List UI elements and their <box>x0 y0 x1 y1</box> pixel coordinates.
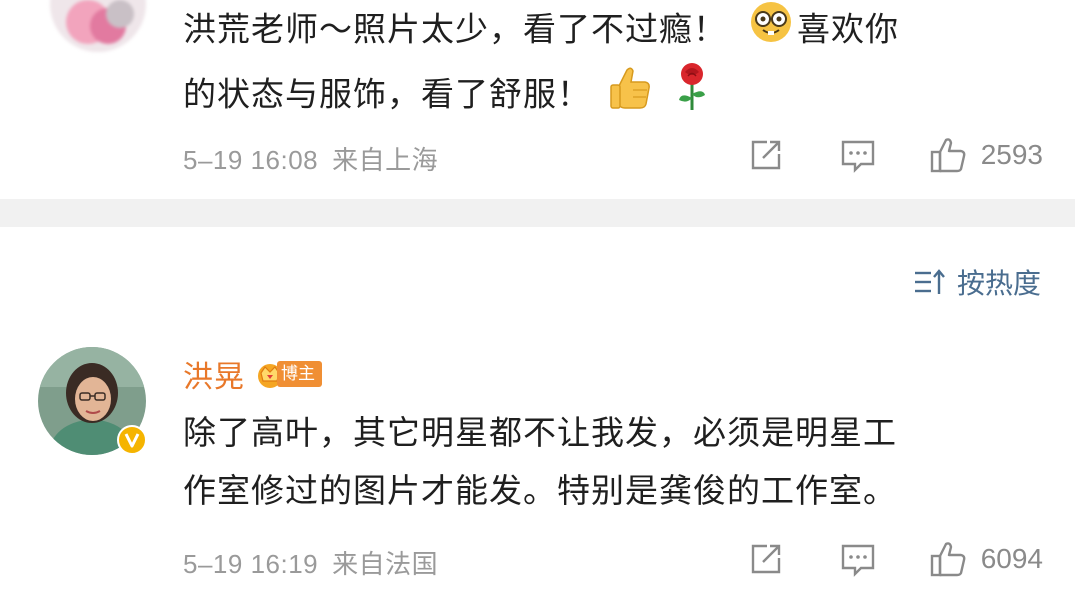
like-count: 2593 <box>980 139 1043 170</box>
comment-body: 洪荒老师～照片太少，看了不过瘾！ 喜欢你 的状态与服饰，看了舒服！ <box>183 0 899 130</box>
thumbs-up-emoji <box>605 62 655 130</box>
share-button[interactable] <box>747 540 785 578</box>
comment-icon <box>841 140 874 173</box>
sort-label: 按热度 <box>956 267 1041 300</box>
comment-location: 来自法国 <box>332 550 439 580</box>
blogger-badge: 博主 <box>255 359 322 389</box>
comment-line: 洪荒老师～照片太少，看了不过瘾！ 喜欢你 <box>183 0 899 62</box>
comment-actions: 6094 <box>747 540 1043 578</box>
sort-icon <box>914 269 945 294</box>
share-button[interactable] <box>747 136 785 174</box>
comment-author-line: 洪晃 博主 <box>183 352 322 396</box>
nerd-face-emoji <box>749 0 793 62</box>
comment-icon <box>841 544 874 577</box>
avatar[interactable] <box>50 0 146 52</box>
author-name[interactable]: 洪晃 <box>183 352 245 396</box>
like-button[interactable]: 6094 <box>929 540 1043 578</box>
reply-button[interactable] <box>839 540 877 578</box>
thumbs-up-icon <box>930 542 966 577</box>
comment-meta: 5–19 16:08 来自上海 <box>183 140 438 177</box>
share-icon <box>751 544 780 574</box>
reply-button[interactable] <box>839 136 877 174</box>
comment-text: 洪荒老师～照片太少，看了不过瘾！ <box>183 9 727 49</box>
section-divider <box>0 199 1075 227</box>
comment-line: 除了高叶，其它明星都不让我发，必须是明星工 <box>183 413 897 452</box>
comment-line: 的状态与服饰，看了舒服！ <box>183 62 899 130</box>
comment-feed: 洪荒老师～照片太少，看了不过瘾！ 喜欢你 的状态与服饰，看了舒服！ 5–19 1… <box>0 0 1075 601</box>
thumbs-up-icon <box>930 138 966 173</box>
comment-actions: 2593 <box>747 136 1043 174</box>
comment-line: 作室修过的图片才能发。特别是龚俊的工作室。 <box>183 471 897 510</box>
sort-by-hot-button[interactable]: 按热度 <box>913 262 1041 302</box>
comment-body: 除了高叶，其它明星都不让我发，必须是明星工 作室修过的图片才能发。特别是龚俊的工… <box>183 404 897 520</box>
comment-text: 的状态与服饰，看了舒服！ <box>183 74 591 114</box>
like-button[interactable]: 2593 <box>929 136 1043 174</box>
comment-meta: 5–19 16:19 来自法国 <box>183 544 438 581</box>
comment-text: 喜欢你 <box>797 9 899 49</box>
comment-date: 5–19 16:08 <box>183 145 319 175</box>
verified-badge-icon <box>117 425 147 455</box>
badge-label: 博主 <box>277 361 322 387</box>
like-count: 6094 <box>980 543 1043 574</box>
comment-location: 来自上海 <box>332 146 439 176</box>
share-icon <box>751 140 780 170</box>
rose-emoji <box>675 62 709 130</box>
comment-date: 5–19 16:19 <box>183 549 319 579</box>
